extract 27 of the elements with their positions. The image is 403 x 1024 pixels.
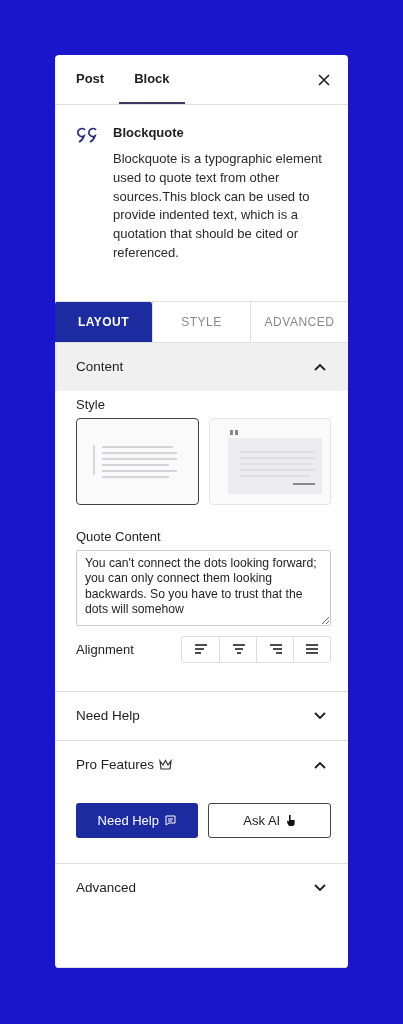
need-help-button[interactable]: Need Help — [76, 802, 198, 838]
block-title: Blockquote — [113, 125, 185, 140]
align-center-icon — [231, 644, 245, 655]
chevron-icon — [314, 883, 326, 892]
style-label: Style — [76, 396, 106, 412]
quote-content-field[interactable]: You can't connect the dots looking forward; you can only connect them looking backwards. So you have to trust that the dots will somehow — [76, 549, 331, 626]
quote-icon — [77, 127, 99, 143]
header-tab[interactable]: Post — [61, 55, 120, 104]
pointer-hand-icon — [286, 814, 296, 827]
block-description: Blockquote is a typographic element used to quote text from other sources.This block can be used to provide indented text, which is a quotation that should be cited or referenced. — [113, 150, 322, 262]
chevron-icon — [314, 760, 326, 769]
alignment-label: Alignment — [76, 641, 134, 657]
chevron-icon — [314, 711, 326, 720]
chat-icon — [164, 814, 176, 826]
panel-tab[interactable]: LAYOUT — [55, 301, 152, 342]
align-right-icon — [268, 644, 282, 655]
style-option[interactable] — [76, 417, 199, 505]
close-icon[interactable] — [318, 73, 330, 86]
align-justify-button[interactable] — [293, 636, 330, 662]
align-justify-icon — [305, 644, 319, 655]
header-tab[interactable]: Block — [119, 55, 185, 104]
ask-ai-button[interactable]: Ask AI — [207, 802, 331, 838]
align-left-icon — [193, 644, 208, 655]
crown-icon — [159, 759, 173, 771]
chevron-icon — [314, 362, 326, 371]
content-section-header[interactable]: Content — [55, 342, 348, 391]
quote-content-label: Quote Content — [76, 528, 162, 544]
